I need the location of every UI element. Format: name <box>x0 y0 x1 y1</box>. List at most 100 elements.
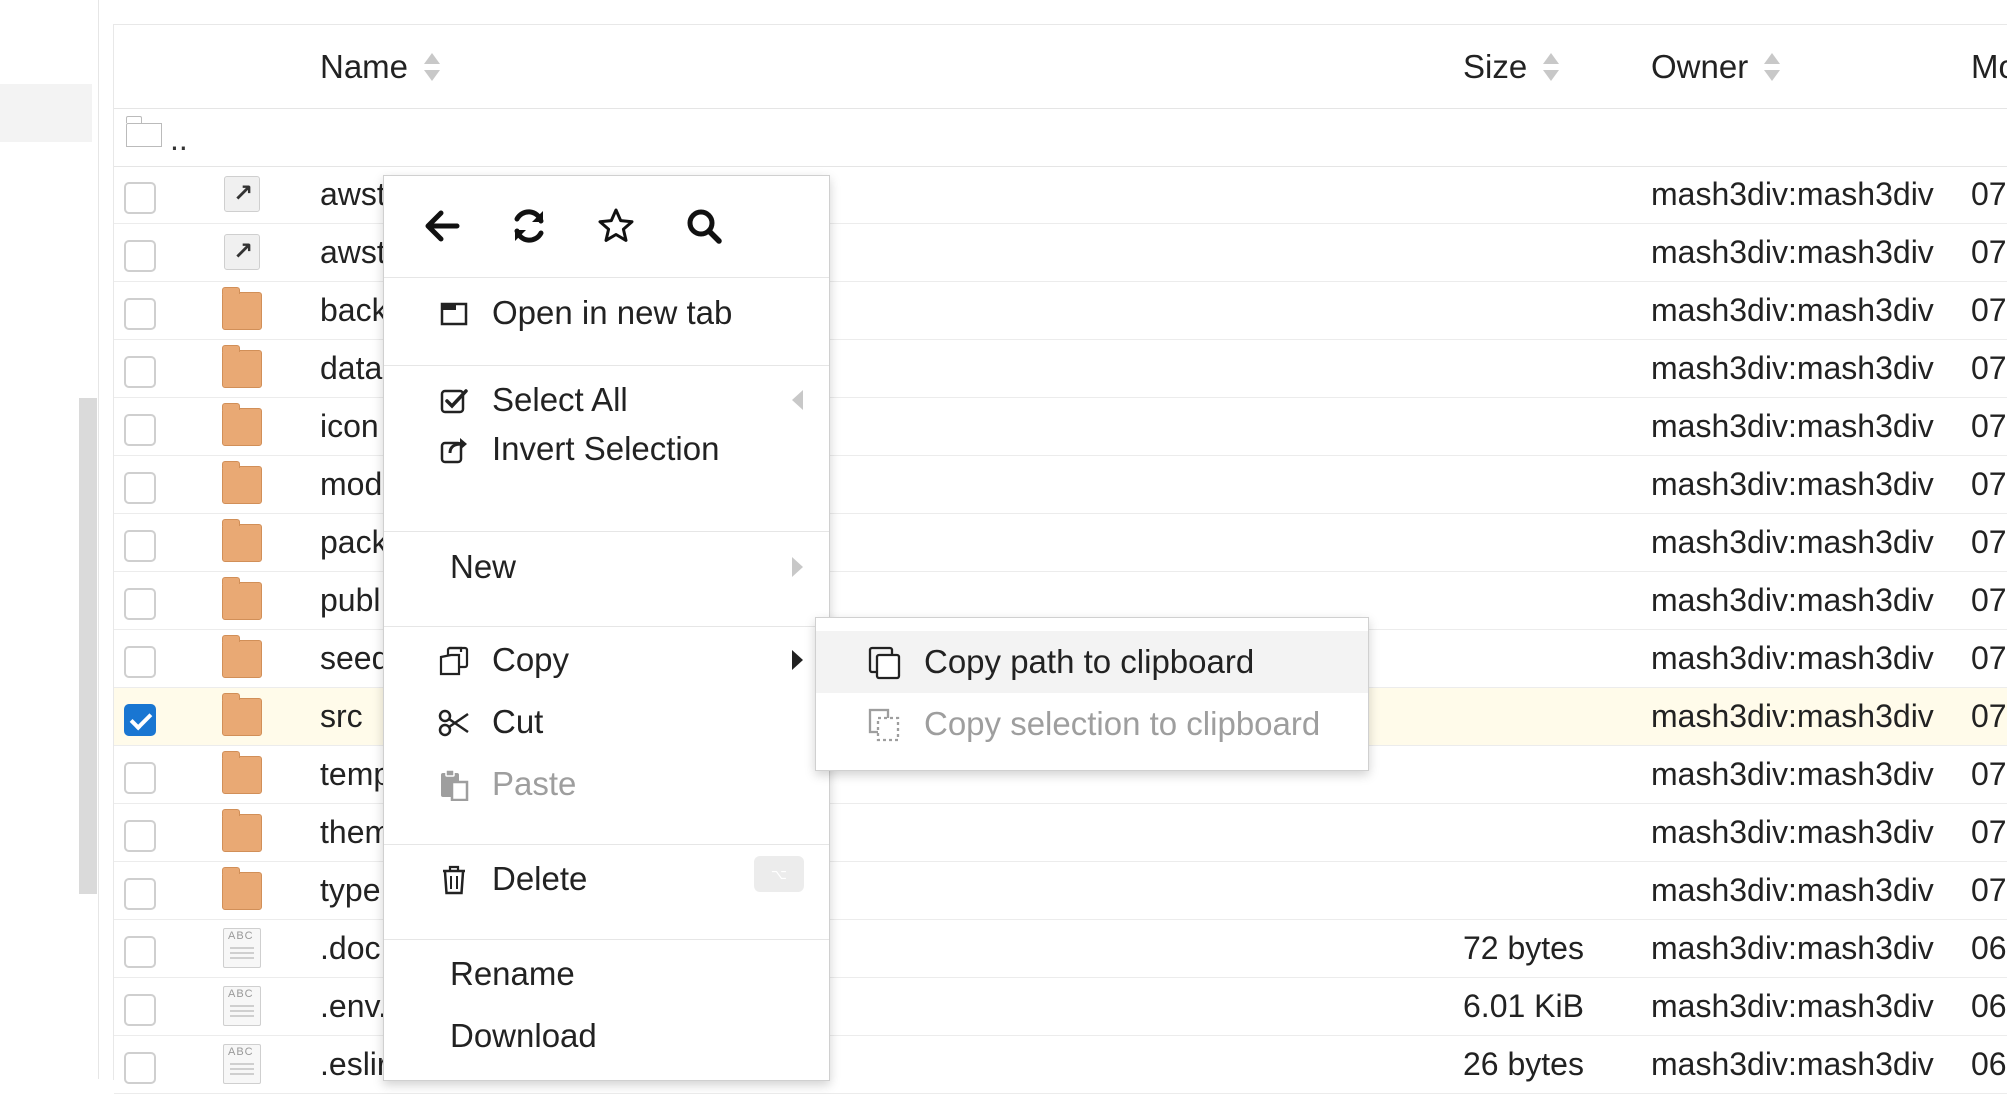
menu-item-select-all[interactable]: Select All <box>384 373 829 427</box>
menu-item-paste[interactable]: Paste <box>384 757 829 811</box>
sort-icon[interactable] <box>1764 50 1781 84</box>
file-name[interactable]: awst <box>320 176 386 213</box>
menu-item-rename[interactable]: Rename <box>384 947 829 1001</box>
row-checkbox[interactable] <box>124 820 156 852</box>
menu-item-new[interactable]: New <box>384 540 829 594</box>
menu-item-label: Select All <box>492 381 628 418</box>
file-name[interactable]: src <box>320 698 363 735</box>
file-size: 26 bytes <box>1463 1046 1584 1082</box>
parent-directory-label: .. <box>170 121 188 157</box>
context-menu: Open in new tab Select All Invert Select… <box>383 175 830 1081</box>
file-name[interactable]: awst <box>320 234 386 271</box>
menu-item-label: Open in new tab <box>492 294 733 331</box>
sort-icon[interactable] <box>1543 50 1560 84</box>
file-owner: mash3div:mash3div <box>1651 930 1934 966</box>
row-checkbox-checked[interactable] <box>124 704 156 736</box>
row-checkbox[interactable] <box>124 878 156 910</box>
file-owner: mash3div:mash3div <box>1651 176 1934 212</box>
menu-item-invert-selection[interactable]: Invert Selection <box>384 422 829 476</box>
row-checkbox[interactable] <box>124 762 156 794</box>
file-modified: 07 <box>1971 350 2007 386</box>
menu-item-label: Download <box>450 1017 597 1054</box>
chevron-left-icon <box>792 390 803 410</box>
file-name[interactable]: temp <box>320 756 391 793</box>
row-checkbox[interactable] <box>124 414 156 446</box>
menu-item-label: Copy <box>492 641 570 678</box>
menu-divider <box>384 844 829 845</box>
file-modified: 06 <box>1971 988 2007 1024</box>
column-header-modified[interactable]: Mo <box>1971 25 2007 108</box>
search-icon[interactable] <box>676 198 732 254</box>
file-owner: mash3div:mash3div <box>1651 524 1934 560</box>
submenu-item-label: Copy selection to clipboard <box>924 705 1321 742</box>
file-name[interactable]: .eslir <box>320 1046 388 1083</box>
menu-item-cut[interactable]: Cut <box>384 695 829 749</box>
menu-item-open-in-new-tab[interactable]: Open in new tab <box>384 286 829 340</box>
file-name[interactable]: icon <box>320 408 379 445</box>
file-owner: mash3div:mash3div <box>1651 408 1934 444</box>
row-checkbox[interactable] <box>124 588 156 620</box>
file-owner: mash3div:mash3div <box>1651 872 1934 908</box>
file-name[interactable]: .env. <box>320 988 387 1025</box>
file-name[interactable]: publ <box>320 582 381 619</box>
copy-icon <box>438 645 470 677</box>
row-checkbox[interactable] <box>124 472 156 504</box>
menu-item-label: Delete <box>492 860 588 897</box>
file-name[interactable]: mod <box>320 466 382 503</box>
file-modified: 07 <box>1971 292 2007 328</box>
menu-item-label: Rename <box>450 955 575 992</box>
file-name[interactable]: .doc <box>320 930 380 967</box>
chevron-right-icon <box>792 557 803 577</box>
file-size: 72 bytes <box>1463 930 1584 966</box>
submenu-item-copy-path[interactable]: Copy path to clipboard <box>816 631 1368 693</box>
column-header-owner[interactable]: Owner <box>1651 25 1781 108</box>
menu-item-delete[interactable]: Delete ⌥ <box>384 852 829 906</box>
column-modified-label: Mo <box>1971 47 2007 85</box>
row-checkbox[interactable] <box>124 646 156 678</box>
copy-submenu: Copy path to clipboard Copy selection to… <box>815 617 1369 771</box>
parent-directory-row[interactable]: .. <box>114 109 2007 167</box>
file-owner: mash3div:mash3div <box>1651 466 1934 502</box>
file-modified: 07 <box>1971 408 2007 444</box>
column-owner-label: Owner <box>1651 47 1749 85</box>
row-checkbox[interactable] <box>124 994 156 1026</box>
file-name[interactable]: data <box>320 350 382 387</box>
row-checkbox[interactable] <box>124 356 156 388</box>
text-file-icon <box>223 986 261 1026</box>
file-name[interactable]: seed <box>320 640 389 677</box>
column-size-label: Size <box>1463 47 1528 85</box>
file-name[interactable]: back <box>320 292 388 329</box>
text-file-icon <box>223 928 261 968</box>
menu-divider <box>384 626 829 627</box>
file-name[interactable]: pack <box>320 524 388 561</box>
row-checkbox[interactable] <box>124 936 156 968</box>
file-modified: 07 <box>1971 698 2007 734</box>
column-header-name[interactable]: Name <box>320 25 441 108</box>
row-checkbox[interactable] <box>124 1052 156 1084</box>
menu-item-download[interactable]: Download <box>384 1009 829 1063</box>
symlink-icon <box>224 234 260 270</box>
row-checkbox[interactable] <box>124 298 156 330</box>
symlink-icon <box>224 176 260 212</box>
refresh-icon[interactable] <box>501 198 557 254</box>
menu-item-copy[interactable]: Copy <box>384 633 829 687</box>
sidebar-scrollbar[interactable] <box>79 398 97 894</box>
file-modified: 07 <box>1971 524 2007 560</box>
file-owner: mash3div:mash3div <box>1651 1046 1934 1082</box>
row-checkbox[interactable] <box>124 240 156 272</box>
sidebar-selected-item[interactable] <box>0 84 92 142</box>
row-checkbox[interactable] <box>124 182 156 214</box>
menu-divider <box>384 939 829 940</box>
back-arrow-icon[interactable] <box>414 198 470 254</box>
folder-icon <box>222 287 262 330</box>
star-icon[interactable] <box>588 198 644 254</box>
row-checkbox[interactable] <box>124 530 156 562</box>
menu-item-label: New <box>450 548 517 585</box>
submenu-item-copy-selection[interactable]: Copy selection to clipboard <box>816 693 1368 755</box>
file-name[interactable]: them <box>320 814 391 851</box>
column-header-size[interactable]: Size <box>1463 25 1560 108</box>
file-name[interactable]: type <box>320 872 380 909</box>
table-header: Name Size Owner Mo <box>114 25 2007 109</box>
sort-icon[interactable] <box>424 50 441 84</box>
menu-item-label: Invert Selection <box>492 430 720 467</box>
